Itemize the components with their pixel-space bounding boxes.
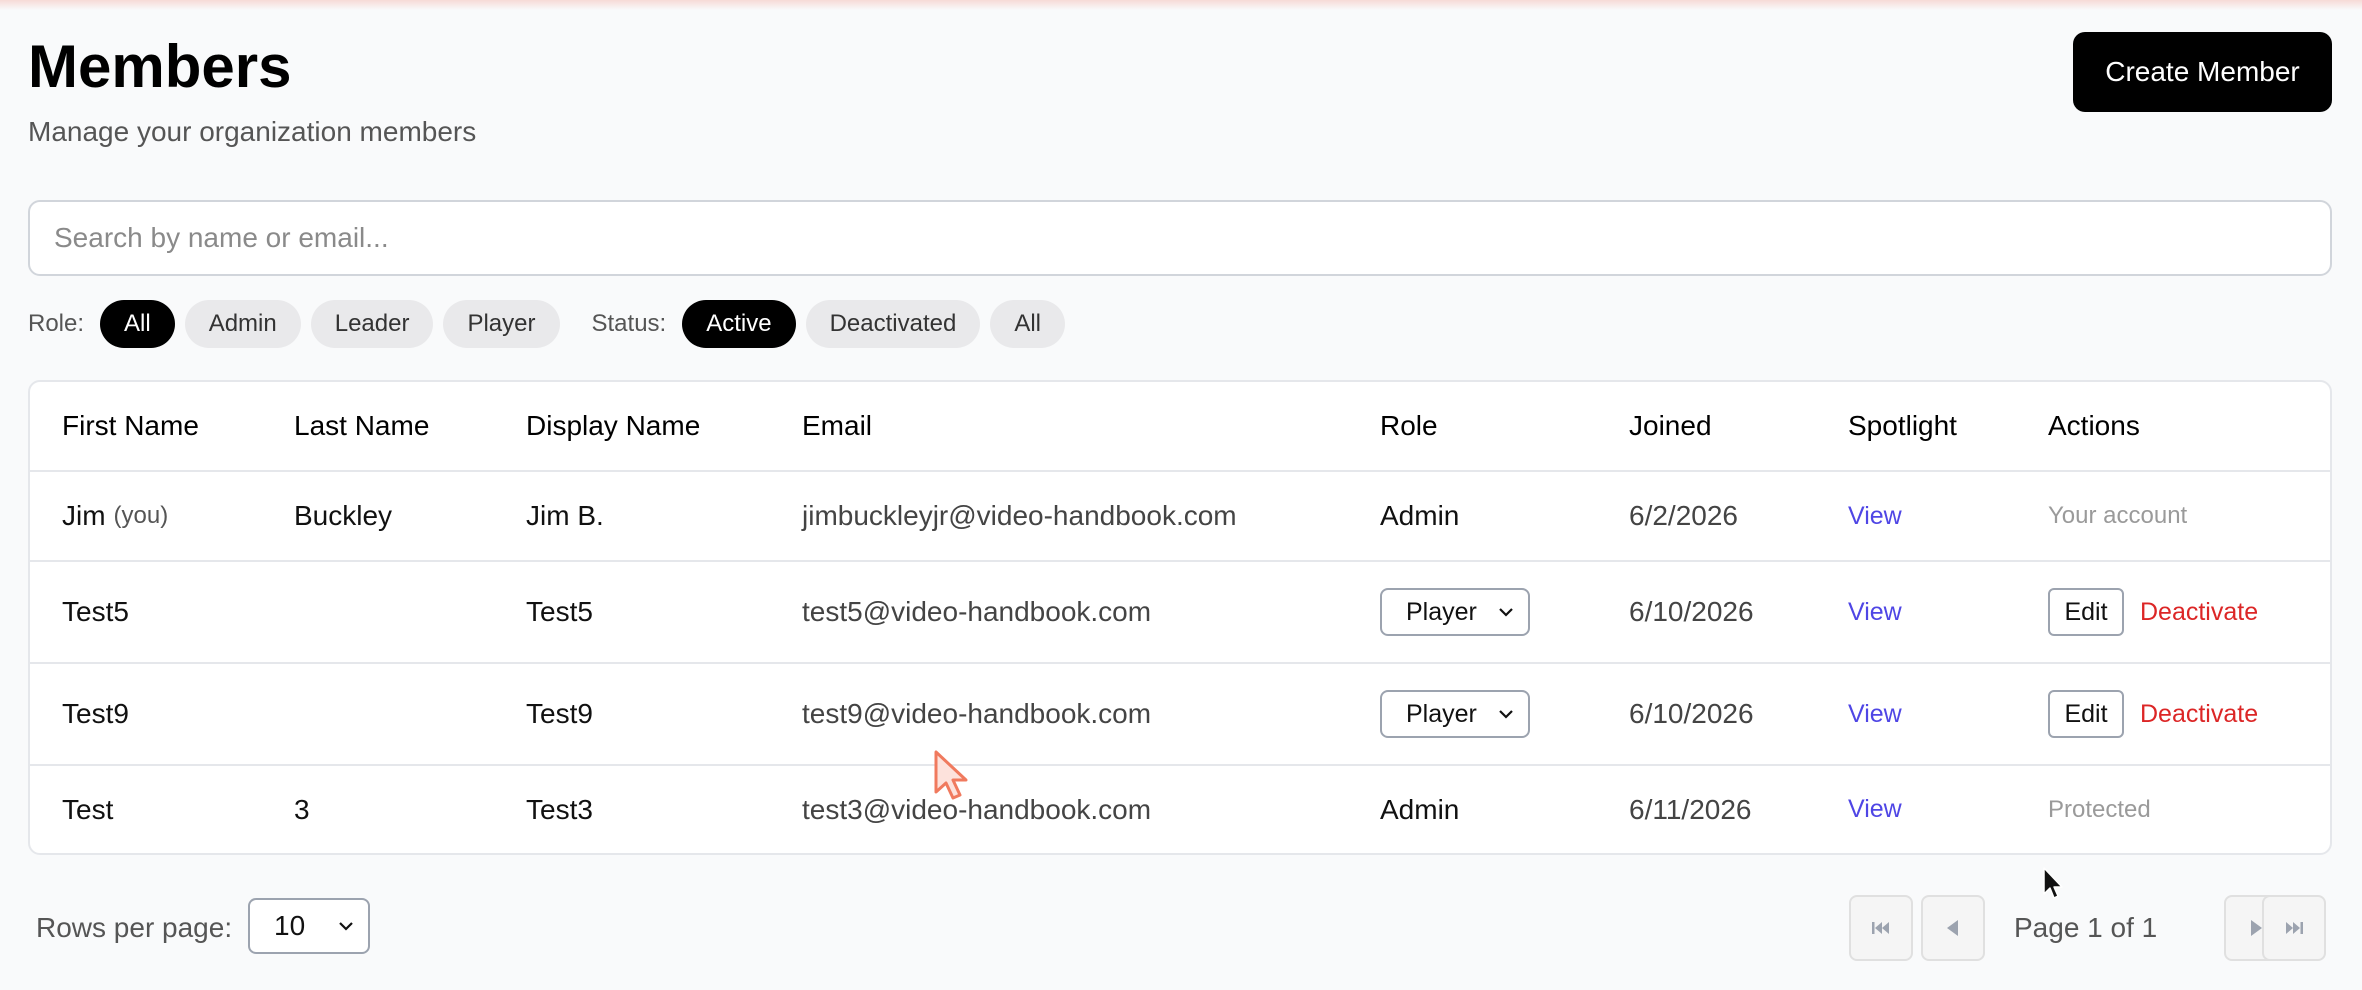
role-cell: Admin: [1380, 500, 1460, 531]
chevron-down-icon: [1499, 608, 1513, 617]
column-header-joined[interactable]: Joined: [1629, 382, 1712, 470]
actions-cell: Edit Deactivate: [2048, 664, 2258, 764]
last-name-cell: 3: [294, 793, 310, 825]
first-name-cell: Test9: [62, 698, 129, 729]
first-page-button[interactable]: [1849, 895, 1913, 961]
last-page-button[interactable]: [2262, 895, 2326, 961]
status-chip-deactivated[interactable]: Deactivated: [805, 300, 981, 348]
first-name-cell: Jim (you): [62, 472, 168, 560]
role-chip-player[interactable]: Player: [443, 300, 560, 348]
page-title: Members: [28, 33, 292, 100]
table-header-row: First Name Last Name Display Name Email …: [30, 382, 2330, 472]
display-name-cell: Test3: [526, 793, 593, 825]
email-cell: test3@video-handbook.com: [802, 793, 1152, 825]
members-table: First Name Last Name Display Name Email …: [28, 380, 2332, 855]
display-name-cell: Jim B.: [526, 500, 604, 531]
spotlight-cell: View: [1848, 472, 1902, 560]
last-page-icon: [2286, 922, 2303, 934]
role-cell: Player: [1380, 664, 1530, 764]
protected-text: Protected: [2048, 795, 2151, 823]
role-cell: Player: [1380, 562, 1530, 662]
search-input[interactable]: [28, 200, 2332, 276]
last-name-cell: Buckley: [294, 500, 393, 531]
role-select-value: Player: [1406, 597, 1477, 626]
email-cell: jimbuckleyjr@video-handbook.com: [802, 500, 1237, 531]
edit-button[interactable]: Edit: [2048, 690, 2124, 738]
chevron-left-icon: [1947, 920, 1958, 936]
role-chip-leader[interactable]: Leader: [310, 300, 434, 348]
chevron-down-icon: [1499, 710, 1513, 719]
table-row: Jim (you) Buckley Jim B. jimbuckleyjr@vi…: [30, 472, 2330, 562]
deactivate-link[interactable]: Deactivate: [2140, 700, 2258, 729]
table-row: Test9 Test9 test9@video-handbook.com Pla…: [30, 664, 2330, 766]
first-page-icon: [1872, 922, 1889, 934]
role-filter-label: Role:: [28, 310, 85, 337]
you-tag: (you): [113, 502, 169, 529]
rows-per-page-select[interactable]: 10: [248, 898, 370, 954]
role-cell: Admin: [1380, 793, 1460, 825]
status-chip-active[interactable]: Active: [682, 300, 796, 348]
spotlight-view-link[interactable]: View: [1848, 598, 1902, 627]
edit-button[interactable]: Edit: [2048, 588, 2124, 636]
spotlight-cell: View: [1848, 562, 1902, 662]
actions-cell: Protected: [2048, 766, 2151, 853]
filter-bar: Role: All Admin Leader Player Status: Ac…: [28, 300, 1075, 348]
email-cell: test5@video-handbook.com: [802, 596, 1152, 627]
mouse-pointer-icon: [2043, 867, 2063, 899]
role-select[interactable]: Player: [1380, 690, 1530, 738]
spotlight-view-link[interactable]: View: [1848, 795, 1902, 824]
pagination-bar: Rows per page: 10 Page 1 of 1: [36, 895, 2326, 961]
actions-cell: Edit Deactivate: [2048, 562, 2258, 662]
status-chip-all[interactable]: All: [990, 300, 1065, 348]
column-header-spotlight[interactable]: Spotlight: [1848, 382, 1957, 470]
spotlight-cell: View: [1848, 664, 1902, 764]
agent-cursor-icon: [934, 750, 968, 800]
column-header-actions: Actions: [2048, 410, 2140, 441]
role-select[interactable]: Player: [1380, 588, 1530, 636]
joined-cell: 6/10/2026: [1629, 698, 1754, 729]
joined-cell: 6/11/2026: [1629, 793, 1752, 825]
table-row: Test5 Test5 test5@video-handbook.com Pla…: [30, 562, 2330, 664]
rows-per-page-label: Rows per page:: [36, 912, 233, 943]
status-filter-label: Status:: [591, 310, 667, 337]
page-indicator: Page 1 of 1: [2014, 912, 2158, 943]
your-account-text: Your account: [2048, 502, 2188, 529]
deactivate-link[interactable]: Deactivate: [2140, 598, 2258, 627]
role-chip-admin[interactable]: Admin: [184, 300, 301, 348]
joined-cell: 6/10/2026: [1629, 596, 1754, 627]
joined-cell: 6/2/2026: [1629, 500, 1738, 531]
display-name-cell: Test9: [526, 698, 593, 729]
spotlight-view-link[interactable]: View: [1848, 700, 1902, 729]
first-name-cell: Test5: [62, 596, 129, 627]
actions-cell: Your account: [2048, 472, 2187, 560]
spotlight-cell: View: [1848, 766, 1902, 853]
table-row: Test 3 Test3 test3@video-handbook.com Ad…: [30, 766, 2330, 853]
column-header-display-name[interactable]: Display Name: [526, 382, 700, 470]
column-header-email[interactable]: Email: [802, 382, 872, 470]
role-select-value: Player: [1406, 699, 1477, 728]
email-cell: test9@video-handbook.com: [802, 698, 1152, 729]
first-name: Jim: [62, 500, 106, 531]
previous-page-button[interactable]: [1921, 895, 1985, 961]
page-subtitle: Manage your organization members: [28, 116, 477, 147]
first-name-cell: Test: [62, 793, 114, 825]
spotlight-view-link[interactable]: View: [1848, 502, 1902, 531]
chevron-down-icon: [339, 922, 353, 931]
rows-per-page-value: 10: [274, 910, 306, 941]
create-member-button[interactable]: Create Member: [2073, 32, 2332, 112]
role-chip-all[interactable]: All: [100, 300, 175, 348]
column-header-last-name[interactable]: Last Name: [294, 382, 429, 470]
column-header-first-name[interactable]: First Name: [62, 382, 199, 470]
page-header: Members Manage your organization members…: [28, 0, 2332, 176]
display-name-cell: Test5: [526, 596, 593, 627]
column-header-role[interactable]: Role: [1380, 382, 1438, 470]
